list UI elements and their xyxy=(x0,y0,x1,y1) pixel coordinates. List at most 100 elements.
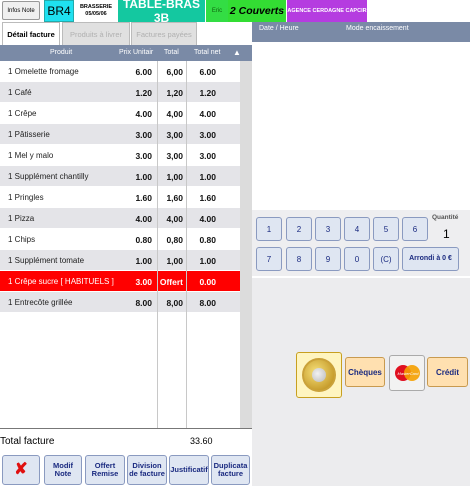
credit-button[interactable]: Crédit xyxy=(427,357,468,387)
cell-produit: 1 Café xyxy=(8,88,32,97)
cross-icon: ✘ xyxy=(14,460,28,478)
cell-total-net: 1.60 xyxy=(199,193,216,203)
table-scrollbar[interactable] xyxy=(240,61,252,428)
cell-total: 1,20 xyxy=(166,88,183,98)
key-4[interactable]: 4 xyxy=(344,217,370,241)
cell-total-net: 1.20 xyxy=(199,88,216,98)
cell-total-net: 1.00 xyxy=(199,172,216,182)
tab-produits-a-livrer[interactable]: Produits à livrer xyxy=(62,22,130,45)
key-8[interactable]: 8 xyxy=(286,247,312,271)
cell-total: 3,00 xyxy=(166,151,183,161)
table-row[interactable]: 1 Café 1.20 1,20 1.20 xyxy=(0,82,240,102)
mastercard-label: MasterCard xyxy=(397,371,419,376)
cell-produit: 1 Supplément tomate xyxy=(8,256,85,265)
cell-prix-unitaire: 3.00 xyxy=(135,130,152,140)
total-value: 33.60 xyxy=(190,436,213,446)
key-2[interactable]: 2 xyxy=(286,217,312,241)
cheques-button[interactable]: Chèques xyxy=(345,357,385,387)
cell-total: 3,00 xyxy=(166,130,183,140)
duplicata-facture-button[interactable]: Duplicata facture xyxy=(211,455,250,485)
table-row[interactable]: 1 Supplément tomate 1.00 1,00 1.00 xyxy=(0,250,240,270)
brasserie-name: BRASSERIE xyxy=(79,4,113,10)
key-1[interactable]: 1 xyxy=(256,217,282,241)
cell-total: Offert xyxy=(159,277,183,287)
total-facture-row: Total facture 33.60 xyxy=(0,428,252,454)
division-facture-button[interactable]: Division de facture xyxy=(127,455,167,485)
cell-prix-unitaire: 6.00 xyxy=(135,67,152,77)
cell-produit: 1 Mel y malo xyxy=(8,151,54,160)
table-code: BR4 xyxy=(44,0,74,22)
quantite-value: 1 xyxy=(443,227,450,241)
key-3[interactable]: 3 xyxy=(315,217,341,241)
cell-produit: 1 Crêpe xyxy=(8,109,37,118)
scroll-up-icon[interactable]: ▲ xyxy=(233,48,241,57)
tab-detail-facture[interactable]: Détail facture xyxy=(2,22,60,45)
table-row[interactable]: 1 Crêpe sucre [ HABITUELS ] 3.00 Offert 0.0… xyxy=(0,271,240,291)
arrondi-button[interactable]: Arrondi à 0 € xyxy=(402,247,459,271)
cell-prix-unitaire: 3.00 xyxy=(135,277,152,287)
cell-produit: 1 Pâtisserie xyxy=(8,130,50,139)
table-row[interactable]: 1 Mel y malo 3.00 3,00 3.00 xyxy=(0,145,240,165)
key-9[interactable]: 9 xyxy=(315,247,341,271)
cancel-button[interactable]: ✘ xyxy=(2,455,40,485)
offert-remise-button[interactable]: Offert Remise xyxy=(85,455,125,485)
cash-payment-button[interactable] xyxy=(296,352,342,398)
cell-total-net: 3.00 xyxy=(199,151,216,161)
cell-total-net: 8.00 xyxy=(199,298,216,308)
cell-prix-unitaire: 8.00 xyxy=(135,298,152,308)
infos-note-button[interactable]: Infos Note xyxy=(2,1,40,20)
table-row[interactable]: 1 Supplément chantilly 1.00 1,00 1.00 xyxy=(0,166,240,186)
cell-produit: 1 Entrecôte grillée xyxy=(8,298,73,307)
header-total: Total xyxy=(164,49,179,56)
cell-produit: 1 Chips xyxy=(8,235,36,244)
cell-total: 4,00 xyxy=(166,109,183,119)
table-row[interactable]: 1 Pringles 1.60 1,60 1.60 xyxy=(0,187,240,207)
key-clear[interactable]: (C) xyxy=(373,247,399,271)
cell-prix-unitaire: 1.00 xyxy=(135,256,152,266)
key-0[interactable]: 0 xyxy=(344,247,370,271)
table-row[interactable]: 1 Crêpe 4.00 4,00 4.00 xyxy=(0,103,240,123)
brasserie-label: BRASSERIE 05/05/06 xyxy=(75,0,117,22)
cell-total-net: 1.00 xyxy=(199,256,216,266)
cell-produit: 1 Supplément chantilly xyxy=(8,172,89,181)
agency-name: AGENCE CERDAGNE CAPCIR xyxy=(287,0,367,22)
table-row[interactable]: 1 Pâtisserie 3.00 3,00 3.00 xyxy=(0,124,240,144)
modif-note-button[interactable]: Modif Note xyxy=(44,455,82,485)
cell-total: 1,00 xyxy=(166,256,183,266)
table-row[interactable]: 1 Omelette fromage 6.00 6,00 6.00 xyxy=(0,61,240,81)
covers-count: 2 Couverts xyxy=(228,0,286,22)
justificatif-button[interactable]: Justificatif xyxy=(169,455,209,485)
cell-produit: 1 Pringles xyxy=(8,193,44,202)
top-bar: Infos Note BR4 BRASSERIE 05/05/06 TABLE-… xyxy=(0,0,470,22)
key-5[interactable]: 5 xyxy=(373,217,399,241)
euro-coin-icon xyxy=(302,358,336,392)
cell-total-net: 3.00 xyxy=(199,130,216,140)
cell-total: 1,00 xyxy=(166,172,183,182)
table-row[interactable]: 1 Chips 0.80 0,80 0.80 xyxy=(0,229,240,249)
cell-total-net: 6.00 xyxy=(199,67,216,77)
cell-prix-unitaire: 1.20 xyxy=(135,88,152,98)
tab-factures-payees[interactable]: Factures payées xyxy=(131,22,197,45)
mastercard-button[interactable]: MasterCard xyxy=(389,355,425,391)
cell-total-net: 4.00 xyxy=(199,214,216,224)
cell-produit: 1 Crêpe sucre [ HABITUELS ] xyxy=(8,277,114,286)
cell-total-net: 0.00 xyxy=(199,277,216,287)
table-row[interactable]: 1 Entrecôte grillée 8.00 8,00 8.00 xyxy=(0,292,240,312)
cell-total: 1,60 xyxy=(166,193,183,203)
cell-total: 8,00 xyxy=(166,298,183,308)
cell-prix-unitaire: 1.00 xyxy=(135,172,152,182)
column-divider xyxy=(186,61,187,428)
cell-total: 0,80 xyxy=(166,235,183,245)
table-row[interactable]: 1 Pizza 4.00 4,00 4.00 xyxy=(0,208,240,228)
header-produit: Produit xyxy=(50,49,73,56)
key-7[interactable]: 7 xyxy=(256,247,282,271)
cell-prix-unitaire: 3.00 xyxy=(135,151,152,161)
header-date-heure: Date / Heure xyxy=(259,25,299,32)
brasserie-date: 05/05/06 xyxy=(85,11,107,17)
quantite-label: Quantité xyxy=(432,214,459,221)
key-6[interactable]: 6 xyxy=(402,217,428,241)
cell-produit: 1 Omelette fromage xyxy=(8,67,79,76)
header-prix-unitaire: Prix Unitair xyxy=(119,49,154,56)
table-header: Produit Prix Unitair Total Total net ▲ xyxy=(0,45,252,61)
column-divider xyxy=(157,61,158,428)
